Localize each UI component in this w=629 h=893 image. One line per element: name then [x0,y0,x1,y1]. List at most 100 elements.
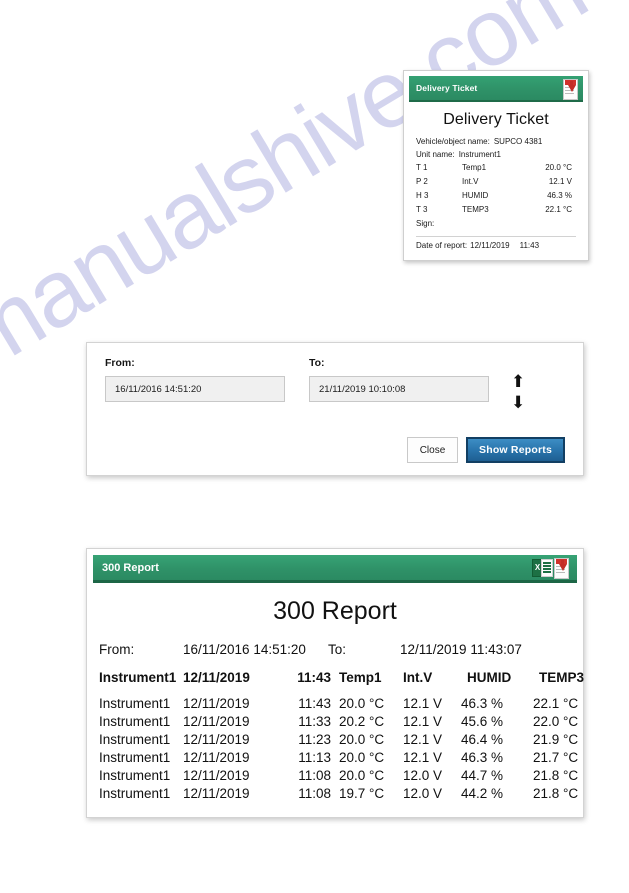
channel-id: T 3 [416,205,428,214]
delivery-ticket-titlebar-label: Delivery Ticket [416,83,478,93]
date-of-report-label: Date of report: [416,241,468,250]
to-date-input[interactable]: 21/11/2019 10:10:08 [309,376,489,402]
cell-time: 11:08 [298,786,331,801]
vehicle-name-row: Vehicle/object name: SUPCO 4381 [416,137,576,146]
to-label: To: [309,357,325,369]
arrow-up-icon[interactable]: ⬆ [511,371,525,392]
channel-id: T 1 [416,163,428,172]
date-of-report-value: 12/11/2019 [470,241,510,250]
show-reports-button[interactable]: Show Reports [466,437,565,463]
unit-name-label: Unit name: [416,150,455,159]
cell-humid: 45.6 % [461,714,504,729]
arrow-down-icon[interactable]: ⬇ [511,392,525,413]
cell-temp3: 21.8 °C [533,786,579,801]
channel-name: HUMID [462,191,489,200]
cell-date: 12/11/2019 [183,714,250,729]
delivery-ticket-row: T 3 TEMP3 22.1 °C [416,205,576,214]
cell-date: 12/11/2019 [183,732,250,747]
unit-name-row: Unit name: Instrument1 [416,150,576,159]
channel-id: P 2 [416,177,428,186]
cell-temp3: 22.0 °C [533,714,579,729]
report-titlebar: 300 Report X [93,555,577,583]
cell-temp3: 21.7 °C [533,750,579,765]
report-card: 300 Report X 300 Report From: 16/11/2016… [86,548,584,818]
report-date-range: From: 16/11/2016 14:51:20 To: 12/11/2019… [99,642,571,657]
column-header-unit: Instrument1 [99,670,177,685]
cell-humid: 44.7 % [461,768,504,783]
cell-unit: Instrument1 [99,696,171,711]
delivery-ticket-row: P 2 Int.V 12.1 V [416,177,576,186]
cell-intv: 12.1 V [403,732,443,747]
delivery-ticket-body: Delivery Ticket Vehicle/object name: SUPC… [409,102,583,255]
sign-label: Sign: [416,219,435,228]
cell-unit: Instrument1 [99,750,171,765]
table-row: Instrument1 12/11/2019 11:43 20.0 °C 12.… [99,695,578,713]
channel-id: H 3 [416,191,429,200]
vehicle-name-label: Vehicle/object name: [416,137,490,146]
cell-temp3: 21.9 °C [533,732,579,747]
to-field-group: To: 21/11/2019 10:10:08 [309,357,489,402]
cell-time: 11:33 [298,714,331,729]
report-table-header: Instrument1 12/11/2019 11:43 Temp1 Int.V… [99,669,584,687]
delivery-ticket-titlebar: Delivery Ticket [409,76,583,102]
time-of-report-value: 11:43 [519,241,540,250]
cell-humid: 46.4 % [461,732,504,747]
delivery-ticket-heading: Delivery Ticket [443,111,549,128]
date-range-fields: From: 16/11/2016 14:51:20 To: 21/11/2019… [105,357,565,413]
table-row: Instrument1 12/11/2019 11:08 19.7 °C 12.… [99,785,578,803]
column-header-time: 11:43 [297,670,331,685]
report-export-icons: X [532,558,571,579]
column-header-humid: HUMID [467,670,512,685]
delivery-ticket-row: H 3 HUMID 46.3 % [416,191,576,200]
column-header-intv: Int.V [403,670,433,685]
date-range-dialog: From: 16/11/2016 14:51:20 To: 21/11/2019… [86,342,584,476]
table-row: Instrument1 12/11/2019 11:23 20.0 °C 12.… [99,731,578,749]
cell-temp1: 20.0 °C [339,696,385,711]
column-header-temp1: Temp1 [339,670,382,685]
cell-humid: 44.2 % [461,786,504,801]
cell-intv: 12.1 V [403,696,443,711]
close-button[interactable]: Close [407,437,458,463]
from-label: From: [105,357,135,369]
cell-time: 11:23 [298,732,331,747]
vehicle-name-value: SUPCO 4381 [493,137,543,146]
cell-intv: 12.0 V [403,768,443,783]
report-body: 300 Report From: 16/11/2016 14:51:20 To:… [93,597,584,811]
cell-time: 11:08 [298,768,331,783]
table-row: Instrument1 12/11/2019 11:33 20.2 °C 12.… [99,713,578,731]
from-date-input[interactable]: 16/11/2016 14:51:20 [105,376,285,402]
pdf-icon[interactable] [554,558,571,579]
cell-temp1: 19.7 °C [339,786,385,801]
sort-arrow-group: ⬆ ⬇ [511,371,525,413]
cell-unit: Instrument1 [99,732,171,747]
date-of-report-row: Date of report: 12/11/2019 11:43 [416,236,576,250]
report-to-value: 12/11/2019 11:43:07 [400,642,522,657]
cell-temp3: 21.8 °C [533,768,579,783]
channel-value: 20.0 °C [545,163,572,172]
cell-temp1: 20.0 °C [339,768,385,783]
report-from-label: From: [99,642,135,657]
pdf-icon[interactable] [563,78,580,100]
cell-humid: 46.3 % [461,750,504,765]
cell-date: 12/11/2019 [183,786,250,801]
delivery-ticket-row: T 1 Temp1 20.0 °C [416,163,576,172]
cell-date: 12/11/2019 [183,750,250,765]
channel-name: Temp1 [462,163,487,172]
column-header-temp3: TEMP3 [539,670,585,685]
channel-value: 46.3 % [547,191,572,200]
cell-humid: 46.3 % [461,696,504,711]
channel-value: 12.1 V [548,177,572,186]
excel-icon[interactable]: X [532,558,553,577]
cell-intv: 12.0 V [403,786,443,801]
column-header-date: 12/11/2019 [183,670,250,685]
table-row: Instrument1 12/11/2019 11:08 20.0 °C 12.… [99,767,578,785]
cell-time: 11:43 [298,696,331,711]
cell-temp3: 22.1 °C [533,696,579,711]
delivery-ticket-card: Delivery Ticket Delivery Ticket Vehicle/… [403,70,589,261]
report-to-label: To: [328,642,347,657]
report-from-value: 16/11/2016 14:51:20 [183,642,306,657]
cell-temp1: 20.0 °C [339,732,385,747]
report-titlebar-label: 300 Report [102,561,159,574]
table-row: Instrument1 12/11/2019 11:13 20.0 °C 12.… [99,749,578,767]
channel-name: Int.V [462,177,479,186]
